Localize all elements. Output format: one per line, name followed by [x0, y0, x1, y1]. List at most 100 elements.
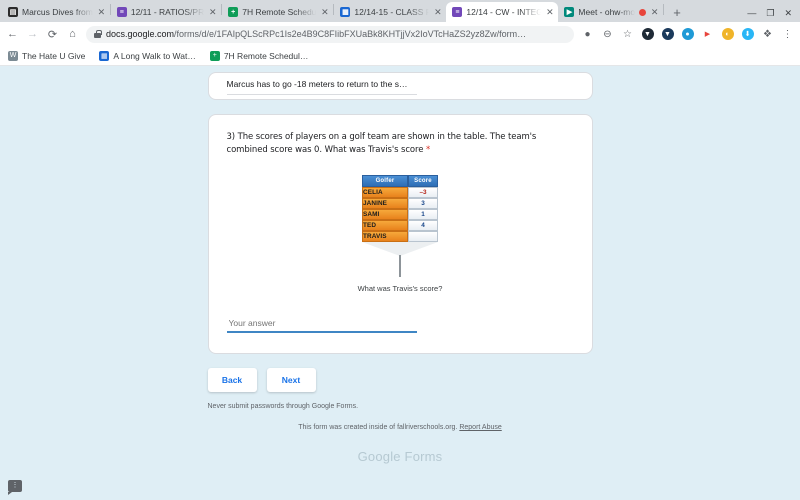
- extension-compass-icon[interactable]: ◐: [721, 28, 734, 41]
- tab-close-icon[interactable]: ✕: [208, 7, 217, 17]
- column-header-golfer: Golfer: [362, 175, 408, 187]
- back-icon[interactable]: ←: [6, 28, 19, 41]
- tab-title: 12/14 - CW - INTEG: [466, 7, 542, 17]
- extension-download-blue-icon[interactable]: ⬇: [741, 28, 754, 41]
- home-icon[interactable]: ⌂: [66, 28, 79, 41]
- previous-question-answer-text: Marcus has to go -18 meters to return to…: [226, 79, 408, 89]
- browser-tab-3[interactable]: + 7H Remote Schedu ✕: [222, 2, 333, 22]
- google-sheets-icon: +: [209, 50, 220, 61]
- table-row: TED 4: [362, 220, 438, 232]
- window-minimize-button[interactable]: —: [747, 9, 756, 18]
- bookmark-item-2[interactable]: ▦ A Long Walk to Wat…: [99, 50, 196, 61]
- tab-separator: [663, 3, 665, 15]
- bookmark-label: 7H Remote Schedul…: [223, 50, 309, 61]
- google-forms-icon: ≡: [116, 7, 127, 17]
- tab-close-icon[interactable]: ✕: [320, 7, 329, 17]
- table-row: SAMI 1: [362, 208, 438, 221]
- sign-post-shape: [399, 255, 401, 278]
- google-forms-page: Marcus has to go -18 meters to return to…: [0, 66, 800, 500]
- extension-circle-blue-icon[interactable]: ●: [681, 28, 694, 41]
- forward-icon[interactable]: →: [26, 28, 39, 41]
- golfer-score-unknown: [408, 231, 438, 243]
- question-card: 3) The scores of players on a golf team …: [207, 114, 593, 355]
- back-button[interactable]: Back: [207, 368, 257, 393]
- form-container: Marcus has to go -18 meters to return to…: [207, 66, 593, 464]
- golfer-score: 4: [408, 220, 438, 232]
- tab-close-icon[interactable]: ✕: [97, 7, 106, 17]
- address-bar[interactable]: docs.google.com/forms/d/e/1FAIpQLScRPc1I…: [86, 25, 574, 43]
- tab-title: 12/11 - RATIOS/PR: [130, 7, 205, 17]
- next-button[interactable]: Next: [266, 368, 316, 393]
- browser-toolbar: ← → ⟳ ⌂ docs.google.com/forms/d/e/1FAIpQ…: [0, 22, 800, 46]
- feedback-dots: ⋮: [11, 482, 19, 489]
- golf-scores-table-image: Golfer Score CELIA –3 JANINE 3 SAMI 1 TE…: [362, 175, 438, 278]
- google-sheets-icon: +: [228, 7, 239, 17]
- tab-title: 7H Remote Schedu: [242, 7, 317, 17]
- google-meet-icon: ▶: [564, 7, 575, 17]
- browser-tab-5-active[interactable]: ≡ 12/14 - CW - INTEG ✕: [446, 2, 559, 22]
- browser-tab-2[interactable]: ≡ 12/11 - RATIOS/PR ✕: [111, 2, 221, 22]
- previous-question-card: Marcus has to go -18 meters to return to…: [207, 72, 593, 100]
- previous-answer-underline: [226, 94, 417, 95]
- golfer-name: SAMI: [362, 208, 408, 221]
- bookmark-item-1[interactable]: W The Hate U Give: [8, 50, 86, 61]
- image-caption: What was Travis's score?: [357, 284, 443, 294]
- bookmark-star-icon[interactable]: ☆: [621, 28, 634, 41]
- bookmark-item-3[interactable]: + 7H Remote Schedul…: [209, 50, 309, 61]
- extension-shield-navy-icon[interactable]: ▼: [661, 28, 674, 41]
- golfer-score: 1: [408, 208, 438, 221]
- sign-tail-shape: [362, 242, 438, 257]
- table-row: TRAVIS: [362, 231, 438, 243]
- bookmark-label: A Long Walk to Wat…: [113, 50, 196, 61]
- browser-tab-strip: ▤ Marcus Dives from ✕ ≡ 12/11 - RATIOS/P…: [0, 0, 800, 22]
- logo-google-text: Google: [357, 449, 401, 465]
- tab-close-icon[interactable]: ✕: [650, 7, 659, 17]
- google-forms-logo: Google Forms: [208, 449, 593, 464]
- tab-title: Marcus Dives from: [22, 7, 93, 17]
- created-inside-text: This form was created inside of fallrive…: [298, 424, 458, 432]
- golfer-name: TED: [362, 220, 408, 232]
- window-close-button[interactable]: ✕: [784, 9, 792, 18]
- zoom-out-icon[interactable]: ⊖: [601, 28, 614, 41]
- table-header-row: Golfer Score: [362, 175, 438, 187]
- column-header-score: Score: [408, 175, 438, 187]
- answer-input[interactable]: [226, 318, 417, 334]
- window-controls: — ❐ ✕: [747, 9, 800, 22]
- tab-title: Meet - ohw-mo: [578, 7, 636, 17]
- extensions-puzzle-icon[interactable]: ❖: [761, 28, 774, 41]
- new-tab-button[interactable]: +: [668, 3, 686, 21]
- google-forms-icon: ≡: [452, 7, 463, 17]
- browser-tab-6[interactable]: ▶ Meet - ohw-mo ✕: [558, 2, 663, 22]
- golfer-score: –3: [408, 186, 438, 198]
- bookmark-label: The Hate U Give: [22, 50, 86, 61]
- never-submit-passwords-notice: Never submit passwords through Google Fo…: [207, 403, 359, 411]
- tab-recording-indicator-icon: [639, 8, 647, 16]
- golfer-name: CELIA: [362, 186, 408, 198]
- tab-title: 12/14-15 - CLASS F: [354, 7, 430, 17]
- wordpress-icon: W: [8, 50, 18, 61]
- browser-tab-4[interactable]: ▦ 12/14-15 - CLASS F ✕: [334, 2, 446, 22]
- required-asterisk: *: [425, 145, 431, 156]
- window-maximize-button[interactable]: ❐: [766, 9, 774, 18]
- bookmarks-bar: W The Hate U Give ▦ A Long Walk to Wat… …: [0, 46, 800, 66]
- answer-row: [226, 313, 574, 334]
- chrome-menu-icon[interactable]: ⋮: [781, 28, 794, 41]
- report-abuse-link[interactable]: Report Abuse: [459, 424, 501, 431]
- golf-scores-table: Golfer Score CELIA –3 JANINE 3 SAMI 1 TE…: [362, 175, 438, 243]
- google-classroom-icon: ▦: [99, 50, 110, 61]
- golfer-score: 3: [408, 197, 438, 209]
- logo-forms-text: Forms: [404, 449, 443, 465]
- question-text: 3) The scores of players on a golf team …: [226, 132, 537, 156]
- extension-shield-dark-icon[interactable]: ▼: [641, 28, 654, 41]
- tab-close-icon[interactable]: ✕: [433, 7, 442, 17]
- form-created-notice: This form was created inside of fallrive…: [208, 424, 593, 431]
- reload-icon[interactable]: ⟳: [46, 28, 59, 41]
- feedback-icon[interactable]: ⋮: [8, 480, 22, 495]
- extension-play-red-icon[interactable]: ▶: [701, 28, 714, 41]
- table-row: CELIA –3: [362, 186, 438, 198]
- google-classroom-icon: ▦: [340, 7, 351, 17]
- tab-close-icon[interactable]: ✕: [545, 7, 554, 17]
- browser-tab-1[interactable]: ▤ Marcus Dives from ✕: [2, 2, 110, 22]
- location-pin-icon[interactable]: ●: [581, 28, 594, 41]
- golfer-name: TRAVIS: [362, 231, 408, 243]
